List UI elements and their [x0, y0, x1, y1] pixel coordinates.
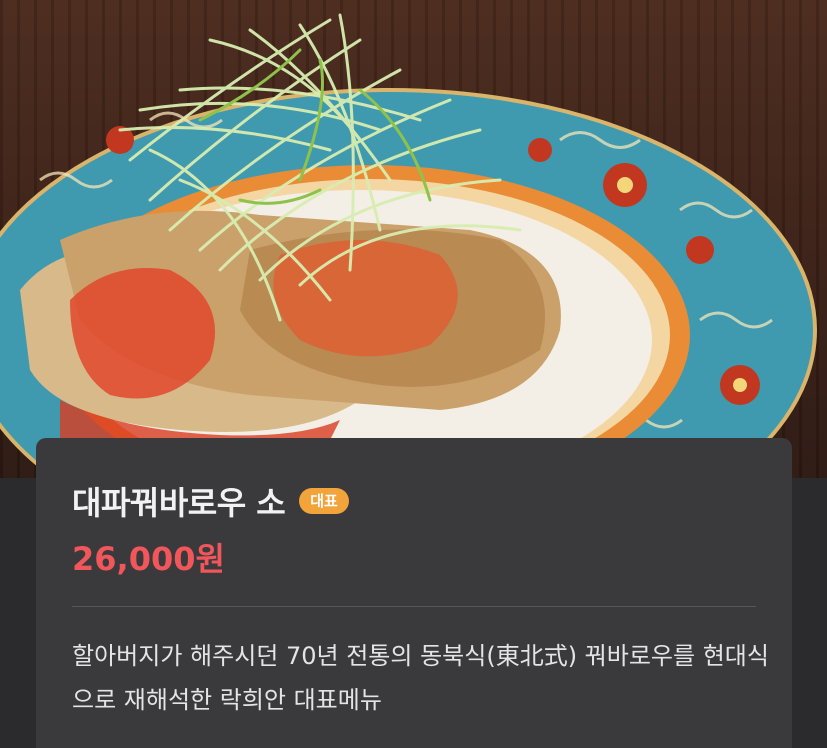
- menu-price: 26,000원: [72, 540, 225, 578]
- menu-title: 대파꿔바로우 소: [72, 484, 286, 522]
- menu-photo: [0, 0, 827, 478]
- signature-badge: 대표: [299, 488, 349, 514]
- menu-info-card: 대파꿔바로우 소 대표 26,000원 할아버지가 해주시던 70년 전통의 동…: [36, 438, 792, 748]
- divider: [72, 606, 756, 607]
- menu-description: 할아버지가 해주시던 70년 전통의 동북식(東北式) 꿔바로우를 현대식으로 …: [72, 642, 769, 714]
- title-row: 대파꿔바로우 소 대표: [72, 478, 349, 524]
- menu-detail-page: 대파꿔바로우 소 대표 26,000원 할아버지가 해주시던 70년 전통의 동…: [0, 0, 827, 748]
